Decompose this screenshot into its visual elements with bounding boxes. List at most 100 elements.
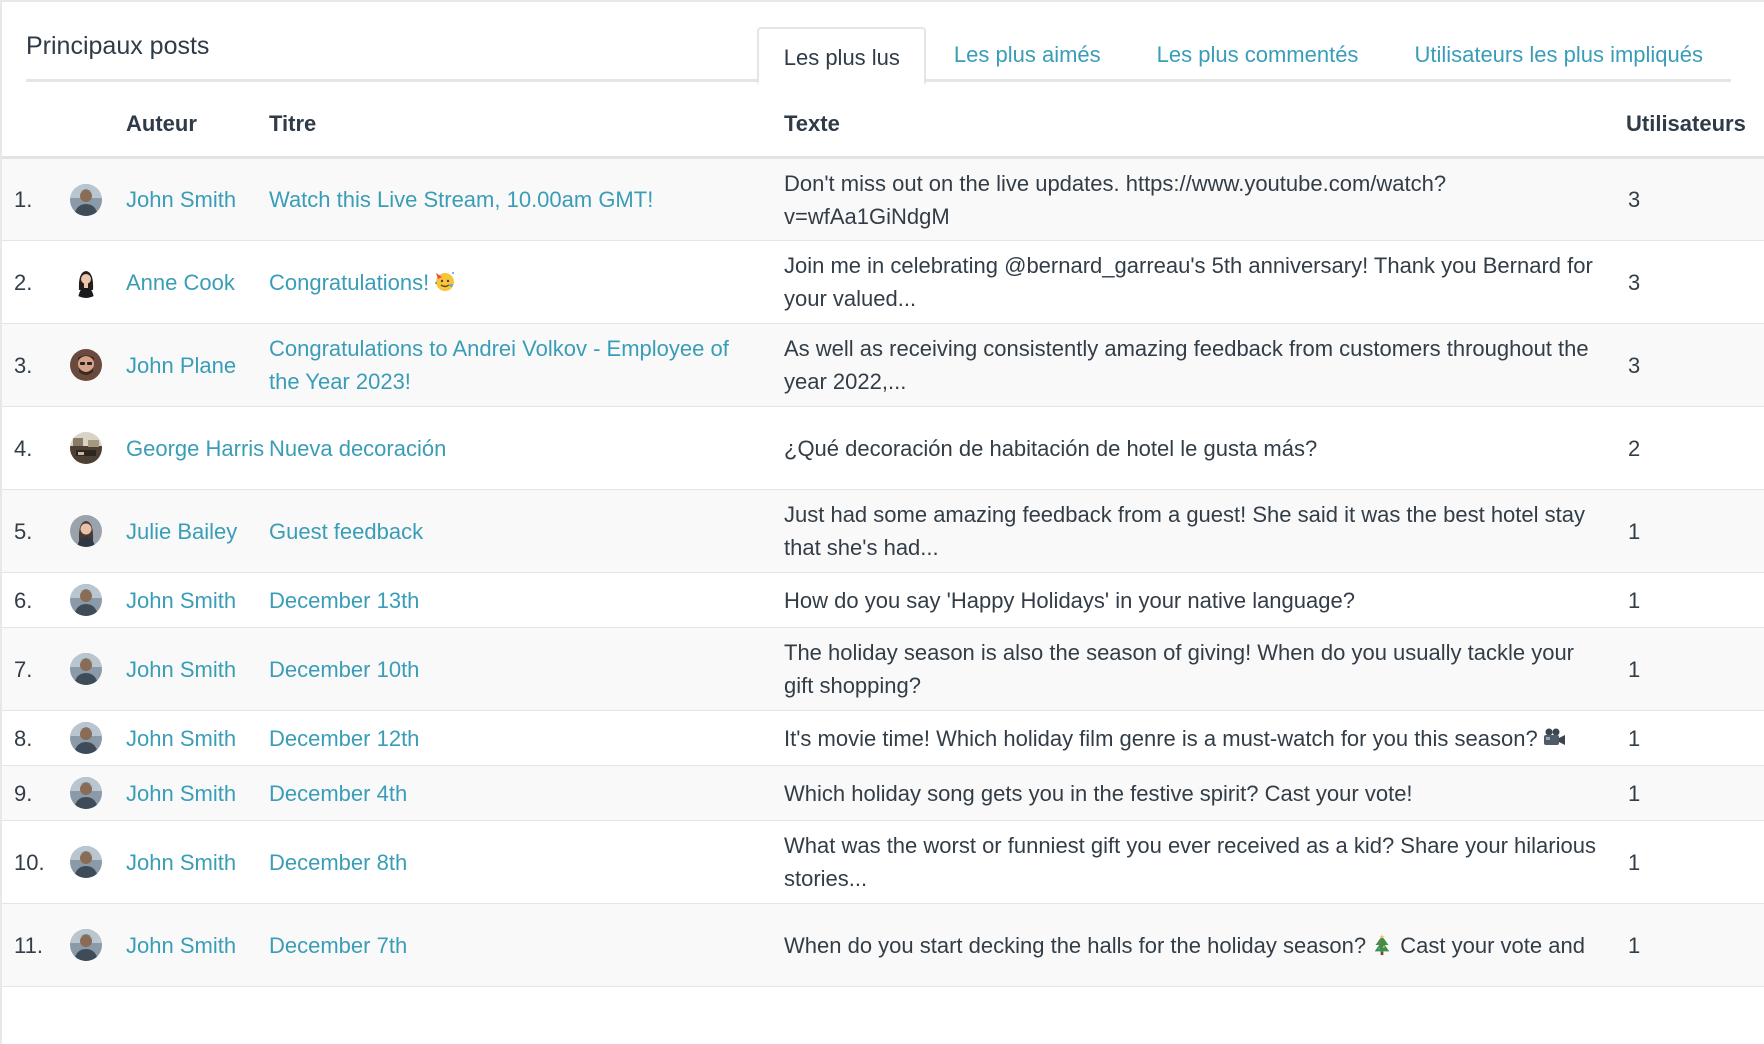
post-excerpt: Just had some amazing feedback from a gu…	[784, 502, 1585, 560]
row-author: John Smith	[126, 765, 269, 821]
avatar-john-smith[interactable]	[70, 929, 102, 961]
row-avatar-cell	[62, 710, 126, 766]
author-link[interactable]: John Smith	[126, 588, 236, 613]
author-link[interactable]: John Smith	[126, 187, 236, 212]
row-rank: 8.	[2, 710, 62, 766]
rank-number: 8.	[14, 725, 33, 751]
posts-table-wrap: Auteur Titre Texte Utilisateurs 1. John …	[2, 92, 1764, 987]
post-title-link[interactable]: December 12th	[269, 726, 419, 751]
post-excerpt-text-continued: Cast your vote and	[1400, 932, 1585, 958]
row-author: John Smith	[126, 627, 269, 711]
row-rank: 10.	[2, 820, 62, 904]
post-title-link[interactable]: Nueva decoración	[269, 436, 446, 461]
row-text: Join me in celebrating @bernard_garreau'…	[784, 240, 1626, 324]
post-title-link[interactable]: Congratulations to Andrei Volkov - Emplo…	[269, 336, 729, 394]
author-link[interactable]: George Harris	[126, 436, 264, 461]
row-author: John Smith	[126, 903, 269, 987]
author-link[interactable]: Julie Bailey	[126, 519, 237, 544]
avatar-anne-cook[interactable]	[70, 266, 102, 298]
rank-number: 11.	[14, 932, 43, 958]
avatar-george-harris[interactable]	[70, 432, 102, 464]
avatar-john-smith[interactable]	[70, 653, 102, 685]
table-row: 1. John Smith Watch this Live Stream, 10…	[2, 157, 1764, 241]
post-title-text: December 12th	[269, 725, 420, 751]
table-row: 4. George Harris Nueva decoración ¿Qué d…	[2, 406, 1764, 490]
row-text: It's movie time! Which holiday film genr…	[784, 710, 1626, 766]
row-users-count: 1	[1626, 572, 1764, 628]
post-excerpt-text: Join me in celebrating @bernard_garreau'…	[784, 253, 1593, 311]
users-count: 1	[1628, 932, 1641, 958]
post-title-text: Watch this Live Stream, 10.00am GMT!	[269, 187, 654, 212]
post-title-link[interactable]: December 10th	[269, 657, 419, 682]
post-excerpt-text: Don't miss out on the live updates. http…	[784, 170, 1447, 229]
row-author: John Smith	[126, 572, 269, 628]
row-text: The holiday season is also the season of…	[784, 627, 1626, 711]
row-author: Anne Cook	[126, 240, 269, 324]
author-link[interactable]: John Plane	[126, 353, 236, 378]
post-title-link[interactable]: Watch this Live Stream, 10.00am GMT!	[269, 187, 653, 212]
row-author: Julie Bailey	[126, 489, 269, 573]
row-avatar-cell	[62, 406, 126, 490]
post-excerpt: The holiday season is also the season of…	[784, 640, 1574, 698]
post-title-text: December 7th	[269, 932, 408, 958]
column-header-author[interactable]: Auteur	[126, 92, 269, 159]
table-row: 6. John Smith December 13th How do you s…	[2, 572, 1764, 628]
row-text: When do you start decking the halls for …	[784, 903, 1626, 987]
author-link[interactable]: John Smith	[126, 781, 236, 806]
row-title: Congratulations to Andrei Volkov - Emplo…	[269, 323, 784, 407]
rank-number: 5.	[14, 518, 33, 544]
avatar-john-smith[interactable]	[70, 777, 102, 809]
avatar-john-smith[interactable]	[70, 584, 102, 616]
row-author: John Plane	[126, 323, 269, 407]
post-title-text: December 13th	[269, 587, 420, 613]
avatar-john-smith[interactable]	[70, 846, 102, 878]
row-title: Nueva decoración	[269, 406, 784, 490]
avatar-john-smith[interactable]	[70, 183, 102, 216]
table-row: 3. John Plane Congratulations to Andrei …	[2, 323, 1764, 407]
author-link[interactable]: Anne Cook	[126, 270, 235, 295]
post-title-link[interactable]: December 7th	[269, 933, 407, 958]
avatar-john-plane[interactable]	[70, 349, 102, 381]
post-excerpt: It's movie time! Which holiday film genr…	[784, 726, 1566, 751]
author-link[interactable]: John Smith	[126, 850, 236, 875]
author-link[interactable]: John Smith	[126, 657, 236, 682]
column-header-title[interactable]: Titre	[269, 92, 784, 159]
column-header-text[interactable]: Texte	[784, 92, 1626, 159]
row-title: Congratulations!	[269, 240, 784, 324]
tab-most-commented[interactable]: Les plus commentés	[1129, 27, 1387, 82]
post-title-link[interactable]: Congratulations!	[269, 270, 457, 295]
tab-most-engaged-users[interactable]: Utilisateurs les plus impliqués	[1386, 27, 1731, 82]
users-count: 1	[1628, 725, 1641, 751]
row-title: December 8th	[269, 820, 784, 904]
row-text: Which holiday song gets you in the festi…	[784, 765, 1626, 821]
avatar-julie-bailey[interactable]	[70, 515, 102, 547]
post-title-link[interactable]: December 8th	[269, 850, 407, 875]
partying-face-emoji	[435, 271, 455, 291]
rank-number: 10.	[14, 849, 45, 875]
avatar-john-smith[interactable]	[70, 722, 102, 754]
post-title-link[interactable]: December 13th	[269, 588, 419, 613]
post-excerpt: How do you say 'Happy Holidays' in your …	[784, 588, 1355, 613]
panel-header: Principaux posts Les plus lus Les plus a…	[26, 2, 1731, 85]
post-excerpt: Don't miss out on the live updates. http…	[784, 171, 1446, 229]
author-link[interactable]: John Smith	[126, 726, 236, 751]
row-users-count: 1	[1626, 627, 1764, 711]
row-rank: 6.	[2, 572, 62, 628]
column-header-users[interactable]: Utilisateurs	[1626, 92, 1764, 159]
row-rank: 7.	[2, 627, 62, 711]
post-title-text: Nueva decoración	[269, 435, 447, 461]
row-title: Watch this Live Stream, 10.00am GMT!	[269, 157, 784, 241]
tab-most-liked[interactable]: Les plus aimés	[926, 27, 1129, 82]
tab-most-read[interactable]: Les plus lus	[756, 27, 926, 85]
post-title-link[interactable]: Guest feedback	[269, 519, 423, 544]
author-link[interactable]: John Smith	[126, 933, 236, 958]
post-title-link[interactable]: December 4th	[269, 781, 407, 806]
post-excerpt: Join me in celebrating @bernard_garreau'…	[784, 253, 1593, 311]
column-header-rank	[2, 92, 62, 159]
table-row: 5. Julie Bailey Guest feedback Just had …	[2, 489, 1764, 573]
row-avatar-cell	[62, 489, 126, 573]
row-author: John Smith	[126, 710, 269, 766]
row-text: As well as receiving consistently amazin…	[784, 323, 1626, 407]
posts-table: Auteur Titre Texte Utilisateurs 1. John …	[2, 92, 1764, 987]
post-title-text: Guest feedback	[269, 518, 424, 544]
